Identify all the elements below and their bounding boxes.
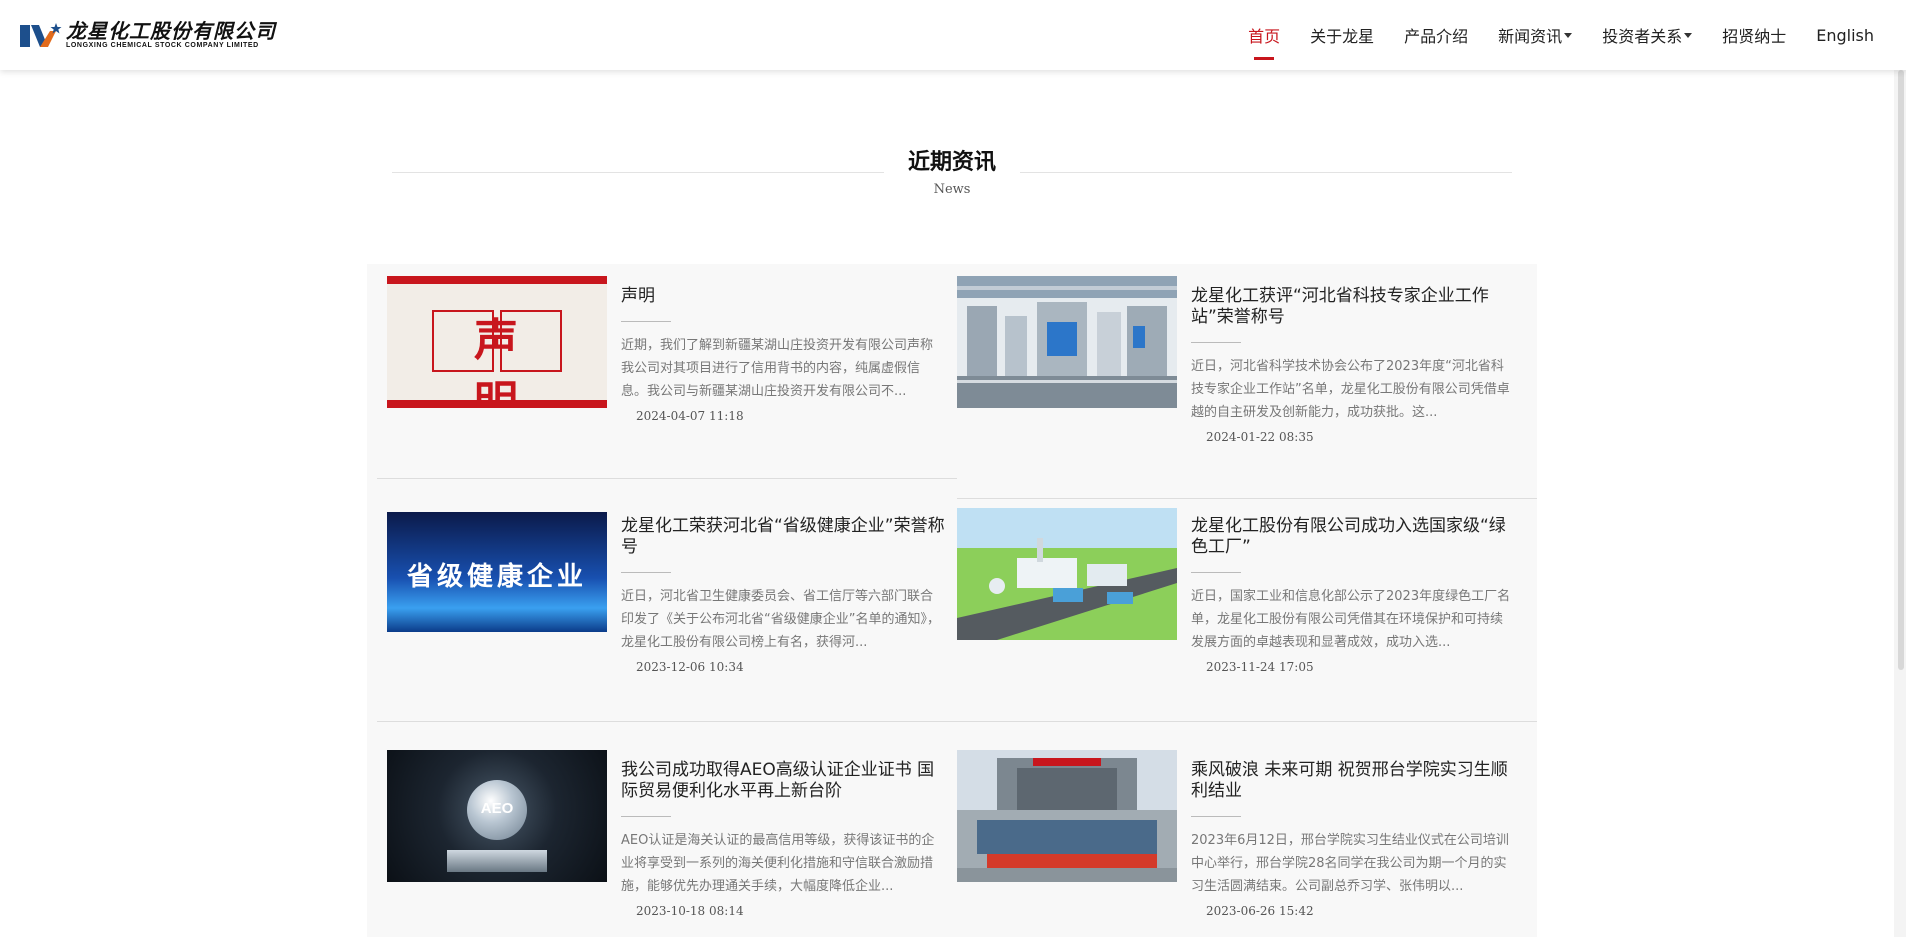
statement-image-text: 声明 bbox=[474, 315, 540, 408]
nav-home[interactable]: 首页 bbox=[1248, 0, 1280, 70]
section-header: 近期资讯 News bbox=[392, 140, 1512, 200]
news-card-body: 声明 近期，我们了解到新疆某湖山庄投资开发有限公司声称我公司对其项目进行了信用背… bbox=[621, 286, 945, 423]
news-card-body: 我公司成功取得AEO高级认证企业证书 国际贸易便利化水平再上新台阶 AEO认证是… bbox=[621, 760, 945, 918]
company-logo[interactable]: 龙星化工股份有限公司 LONGXING CHEMICAL STOCK COMPA… bbox=[20, 20, 276, 50]
section-subtitle: News bbox=[933, 182, 971, 197]
nav-news[interactable]: 新闻资讯 bbox=[1498, 0, 1573, 70]
news-card-body: 乘风破浪 未来可期 祝贺邢台学院实习生顺利结业 2023年6月12日，邢台学院实… bbox=[1191, 760, 1515, 918]
scrollbar-thumb[interactable] bbox=[1898, 70, 1904, 670]
title-separator bbox=[621, 816, 671, 817]
caret-down-icon bbox=[1684, 32, 1693, 38]
aeo-image-text: AEO bbox=[480, 800, 514, 817]
news-title[interactable]: 乘风破浪 未来可期 祝贺邢台学院实习生顺利结业 bbox=[1191, 760, 1515, 802]
news-thumbnail-statement[interactable]: 声明 bbox=[387, 276, 607, 408]
news-card[interactable]: 龙星化工股份有限公司成功入选国家级“绿色工厂” 近日，国家工业和信息化部公示了2… bbox=[957, 508, 1537, 722]
news-grid: 声明 声明 近期，我们了解到新疆某湖山庄投资开发有限公司声称我公司对其项目进行了… bbox=[367, 264, 1537, 937]
news-thumbnail-lab[interactable] bbox=[957, 276, 1177, 408]
news-title[interactable]: 龙星化工股份有限公司成功入选国家级“绿色工厂” bbox=[1191, 516, 1515, 558]
laboratory-image-icon bbox=[957, 276, 1177, 408]
news-date: 2024-01-22 08:35 bbox=[1206, 430, 1314, 444]
news-summary: 2023年6月12日，邢台学院实习生结业仪式在公司培训中心举行，邢台学院28名同… bbox=[1191, 833, 1509, 894]
nav-news-label: 新闻资讯 bbox=[1498, 27, 1563, 46]
news-card[interactable]: 乘风破浪 未来可期 祝贺邢台学院实习生顺利结业 2023年6月12日，邢台学院实… bbox=[957, 750, 1537, 937]
nav-about[interactable]: 关于龙星 bbox=[1310, 0, 1374, 70]
news-card[interactable]: 龙星化工获评“河北省科技专家企业工作站”荣誉称号 近日，河北省科学技术协会公布了… bbox=[957, 276, 1537, 499]
nav-about-label: 关于龙星 bbox=[1310, 27, 1375, 46]
nav-english[interactable]: English bbox=[1816, 0, 1874, 70]
nav-products[interactable]: 产品介绍 bbox=[1404, 0, 1468, 70]
news-thumbnail-health[interactable]: 省级健康企业 bbox=[387, 512, 607, 632]
nav-home-label: 首页 bbox=[1248, 27, 1281, 46]
news-card-body: 龙星化工股份有限公司成功入选国家级“绿色工厂” 近日，国家工业和信息化部公示了2… bbox=[1191, 516, 1515, 674]
logo-en: LONGXING CHEMICAL STOCK COMPANY LIMITED bbox=[66, 41, 259, 49]
news-title[interactable]: 声明 bbox=[621, 286, 945, 307]
news-card-body: 龙星化工荣获河北省“省级健康企业”荣誉称号 近日，河北省卫生健康委员会、省工信厅… bbox=[621, 516, 945, 674]
nav-careers[interactable]: 招贤纳士 bbox=[1722, 0, 1786, 70]
nav-english-label: English bbox=[1816, 25, 1874, 45]
news-summary: 近日，河北省卫生健康委员会、省工信厅等六部门联合印发了《关于公布河北省“省级健康… bbox=[621, 589, 940, 650]
logo-cn: 龙星化工股份有限公司 bbox=[66, 18, 276, 43]
health-image-text: 省级健康企业 bbox=[406, 562, 587, 592]
news-summary: 近日，国家工业和信息化部公示了2023年度绿色工厂名单，龙星化工股份有限公司凭借… bbox=[1191, 589, 1511, 650]
news-date: 2023-12-06 10:34 bbox=[636, 660, 744, 674]
site-header: 龙星化工股份有限公司 LONGXING CHEMICAL STOCK COMPA… bbox=[0, 0, 1906, 70]
news-date: 2023-06-26 15:42 bbox=[1206, 904, 1314, 918]
news-thumbnail-aeo[interactable]: AEO bbox=[387, 750, 607, 882]
nav-investors-label: 投资者关系 bbox=[1602, 27, 1683, 46]
news-thumbnail-green-factory[interactable] bbox=[957, 508, 1177, 640]
news-summary: 近日，河北省科学技术协会公布了2023年度“河北省科技专家企业工作站”名单，龙星… bbox=[1191, 359, 1510, 420]
news-title[interactable]: 我公司成功取得AEO高级认证企业证书 国际贸易便利化水平再上新台阶 bbox=[621, 760, 945, 802]
logo-text: 龙星化工股份有限公司 LONGXING CHEMICAL STOCK COMPA… bbox=[66, 21, 276, 50]
news-card[interactable]: AEO 我公司成功取得AEO高级认证企业证书 国际贸易便利化水平再上新台阶 AE… bbox=[377, 750, 957, 937]
nav-careers-label: 招贤纳士 bbox=[1722, 27, 1787, 46]
title-separator bbox=[621, 572, 671, 573]
nav-investors[interactable]: 投资者关系 bbox=[1602, 0, 1693, 70]
factory-image-icon bbox=[957, 508, 1177, 640]
title-separator bbox=[621, 321, 671, 322]
news-card-body: 龙星化工获评“河北省科技专家企业工作站”荣誉称号 近日，河北省科学技术协会公布了… bbox=[1191, 286, 1515, 444]
title-separator bbox=[1191, 816, 1241, 817]
group-photo-image-icon bbox=[957, 750, 1177, 882]
news-card[interactable]: 声明 声明 近期，我们了解到新疆某湖山庄投资开发有限公司声称我公司对其项目进行了… bbox=[377, 276, 957, 479]
title-separator bbox=[1191, 572, 1241, 573]
main-nav: 首页 关于龙星 产品介绍 新闻资讯 投资者关系 招贤纳士 English bbox=[1218, 0, 1874, 70]
news-title[interactable]: 龙星化工获评“河北省科技专家企业工作站”荣誉称号 bbox=[1191, 286, 1515, 328]
logo-mark-icon bbox=[20, 22, 62, 48]
news-summary: AEO认证是海关认证的最高信用等级，获得该证书的企业将享受到一系列的海关便利化措… bbox=[621, 833, 935, 894]
news-date: 2024-04-07 11:18 bbox=[636, 409, 744, 423]
caret-down-icon bbox=[1564, 32, 1573, 38]
news-summary: 近期，我们了解到新疆某湖山庄投资开发有限公司声称我公司对其项目进行了信用背书的内… bbox=[621, 338, 934, 399]
news-date: 2023-10-18 08:14 bbox=[636, 904, 744, 918]
news-title[interactable]: 龙星化工荣获河北省“省级健康企业”荣誉称号 bbox=[621, 516, 945, 558]
page-scrollbar[interactable] bbox=[1894, 0, 1906, 937]
news-card[interactable]: 省级健康企业 龙星化工荣获河北省“省级健康企业”荣誉称号 近日，河北省卫生健康委… bbox=[377, 512, 957, 722]
nav-products-label: 产品介绍 bbox=[1404, 27, 1469, 46]
news-thumbnail-interns[interactable] bbox=[957, 750, 1177, 882]
section-title: 近期资讯 bbox=[907, 150, 996, 175]
news-date: 2023-11-24 17:05 bbox=[1206, 660, 1314, 674]
title-separator bbox=[1191, 342, 1241, 343]
